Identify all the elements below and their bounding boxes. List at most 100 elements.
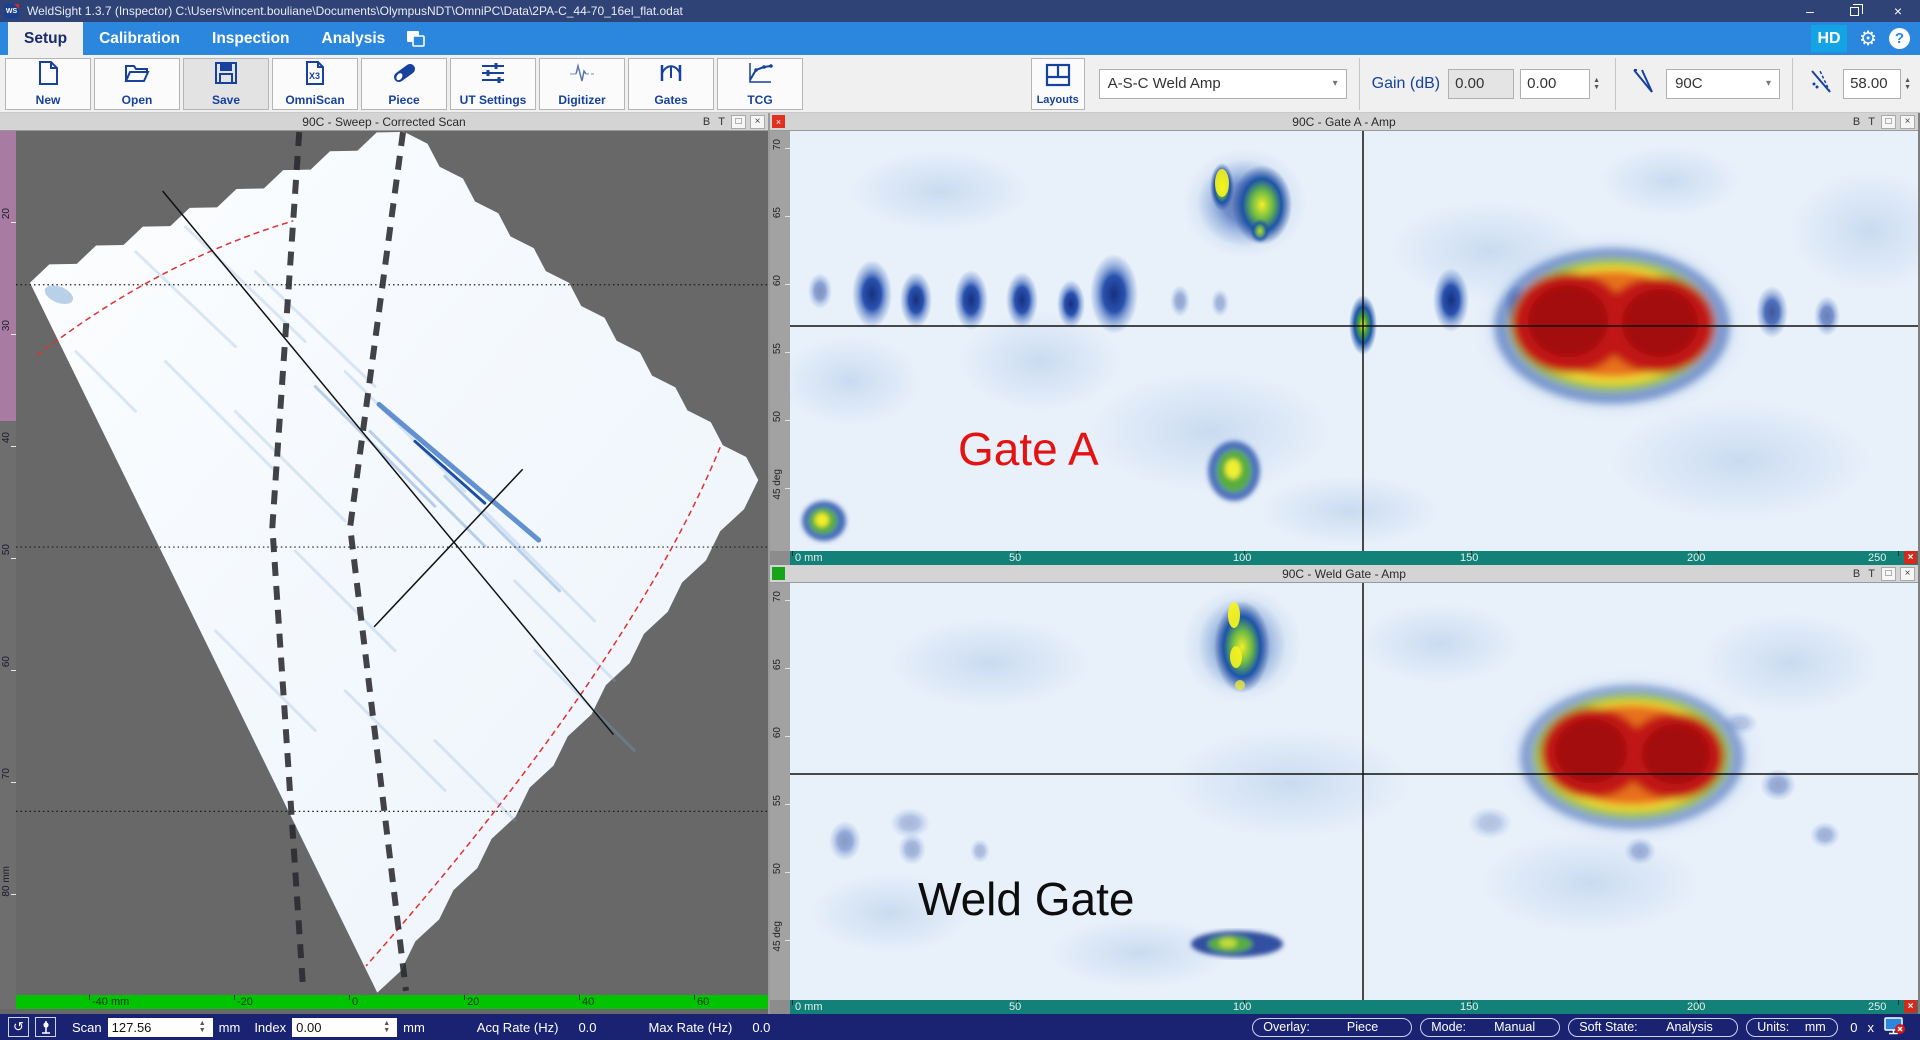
cscan-column: × 90C - Gate A - Amp B T □ × 70 65 60 55… bbox=[770, 113, 1918, 1014]
upper-indication-cluster bbox=[1183, 148, 1307, 258]
gear-icon[interactable]: ⚙ bbox=[1859, 26, 1877, 51]
corner-indication bbox=[802, 501, 846, 541]
maximize-panel-button[interactable]: □ bbox=[1881, 115, 1896, 129]
sector-scan-image[interactable] bbox=[16, 131, 768, 995]
scan-position-input[interactable]: 127.56 ▲▼ bbox=[108, 1018, 213, 1037]
ruler-label: 20 bbox=[467, 996, 479, 1008]
scan-label: Scan bbox=[72, 1020, 102, 1035]
gain-label: Gain (dB) bbox=[1372, 75, 1440, 93]
menu-calibration[interactable]: Calibration bbox=[83, 22, 196, 55]
ruler-label: 250 bbox=[1868, 552, 1886, 564]
ut-settings-button[interactable]: UT Settings bbox=[450, 58, 536, 110]
layouts-button[interactable]: Layouts bbox=[1031, 58, 1085, 110]
gates-button[interactable]: Gates bbox=[628, 58, 714, 110]
help-icon[interactable]: ? bbox=[1889, 28, 1910, 49]
chevron-down-icon: ▾ bbox=[1766, 78, 1771, 89]
close-panel-button[interactable]: × bbox=[750, 115, 765, 129]
separator bbox=[1792, 58, 1793, 110]
bscan-button[interactable]: B bbox=[701, 116, 712, 128]
soft-state-pill[interactable]: Soft State: Analysis bbox=[1568, 1018, 1738, 1037]
weld-gate-annotation: Weld Gate bbox=[918, 873, 1134, 925]
bscan-button[interactable]: B bbox=[1851, 116, 1862, 128]
close-button[interactable]: × bbox=[1876, 0, 1920, 22]
new-button[interactable]: New bbox=[5, 58, 91, 110]
maximize-panel-button[interactable]: □ bbox=[731, 115, 746, 129]
ruler-label: -40 mm bbox=[92, 996, 129, 1008]
beam-angle-spinner[interactable]: ▲▼ bbox=[1901, 69, 1914, 99]
piece-button[interactable]: Piece bbox=[361, 58, 447, 110]
monitor-disconnected-icon[interactable] bbox=[1884, 1017, 1906, 1038]
save-button[interactable]: Save bbox=[183, 58, 269, 110]
tcg-button[interactable]: TCG bbox=[717, 58, 803, 110]
probe-position-icon[interactable] bbox=[35, 1017, 56, 1037]
statusbar: ↺ Scan 127.56 ▲▼ mm Index 0.00 ▲▼ mm Acq… bbox=[0, 1014, 1920, 1040]
close-ruler-button[interactable]: × bbox=[1904, 1000, 1917, 1013]
hd-badge[interactable]: HD bbox=[1811, 25, 1847, 52]
beam-angle-field[interactable]: 58.00 bbox=[1843, 69, 1901, 99]
minimize-button[interactable]: – bbox=[1788, 0, 1832, 22]
menu-setup[interactable]: Setup bbox=[8, 22, 83, 55]
open-folder-icon bbox=[123, 60, 151, 91]
tscan-button[interactable]: T bbox=[1866, 116, 1877, 128]
reset-icon[interactable]: ↺ bbox=[8, 1017, 29, 1037]
gate-a-cscan-image[interactable]: Gate A bbox=[790, 131, 1918, 551]
index-position-input[interactable]: 0.00 ▲▼ bbox=[292, 1018, 397, 1037]
major-defect-blob bbox=[1497, 669, 1767, 845]
omniscan-button[interactable]: X3 OmniScan bbox=[272, 58, 358, 110]
weld-gate-panel-header[interactable]: 90C - Weld Gate - Amp B T □ × bbox=[770, 565, 1918, 583]
sweep-panel-header[interactable]: 90C - Sweep - Corrected Scan B T □ × bbox=[0, 113, 768, 131]
sweep-index-ruler: -40 mm -20 0 20 40 60 bbox=[16, 995, 768, 1009]
separator bbox=[1359, 58, 1360, 110]
gate-a-deg-ruler: 70 65 60 55 50 45 deg bbox=[770, 131, 790, 551]
save-icon bbox=[213, 60, 239, 91]
scan-spinner[interactable]: ▲▼ bbox=[196, 1018, 209, 1037]
ruler-label: 80 mm bbox=[1, 866, 12, 897]
tscan-button[interactable]: T bbox=[716, 116, 727, 128]
mode-pill[interactable]: Mode: Manual bbox=[1420, 1018, 1560, 1037]
maximize-panel-button[interactable]: □ bbox=[1881, 567, 1896, 581]
close-ruler-button[interactable]: × bbox=[1904, 551, 1917, 564]
gain-spinner[interactable]: ▲▼ bbox=[1590, 69, 1603, 99]
menu-analysis[interactable]: Analysis bbox=[306, 22, 402, 55]
gate-a-panel-header[interactable]: × 90C - Gate A - Amp B T □ × bbox=[770, 113, 1918, 131]
ruler-label: 100 bbox=[1233, 552, 1251, 564]
tscan-button[interactable]: T bbox=[1866, 568, 1877, 580]
close-panel-button[interactable]: × bbox=[1900, 115, 1915, 129]
sweep-horizontal-ruler: -40 mm -20 0 20 40 60 bbox=[0, 995, 768, 1009]
ruler-label: 150 bbox=[1460, 552, 1478, 564]
index-spinner[interactable]: ▲▼ bbox=[380, 1018, 393, 1037]
ruler-label: 20 bbox=[1, 208, 12, 219]
window-layout-icon[interactable] bbox=[405, 22, 427, 55]
ruler-corner bbox=[0, 995, 16, 1009]
gain-delta-field[interactable]: 0.00 bbox=[1520, 69, 1590, 99]
restore-button[interactable] bbox=[1832, 0, 1876, 22]
weld-gate-mm-ruler: 0 mm 50 100 150 200 250 × bbox=[790, 1000, 1918, 1014]
digitizer-button[interactable]: Digitizer bbox=[539, 58, 625, 110]
gate-a-mm-ruler: 0 mm 50 100 150 200 250 × bbox=[790, 551, 1918, 565]
sweep-ruler-zone-overlay bbox=[0, 131, 16, 421]
weld-gate-cscan-image[interactable]: Weld Gate bbox=[790, 583, 1918, 1000]
app-logo-icon: WS bbox=[4, 4, 19, 19]
sweep-panel: 90C - Sweep - Corrected Scan B T □ × 20 … bbox=[0, 113, 770, 1014]
layouts-icon bbox=[1044, 62, 1072, 93]
units-pill[interactable]: Units: mm bbox=[1746, 1018, 1838, 1037]
chevron-down-icon: ▾ bbox=[1333, 78, 1338, 89]
layout-preset-select[interactable]: A-S-C Weld Amp ▾ bbox=[1099, 69, 1347, 99]
close-panel-button[interactable]: × bbox=[1900, 567, 1915, 581]
sliders-icon bbox=[479, 60, 507, 91]
upper-indication-cluster bbox=[1182, 587, 1302, 703]
gate-a-scan-ruler: 0 mm 50 100 150 200 250 × bbox=[770, 551, 1918, 565]
bscan-button[interactable]: B bbox=[1851, 568, 1862, 580]
ruler-label: 65 bbox=[772, 659, 783, 670]
menu-inspection[interactable]: Inspection bbox=[196, 22, 306, 55]
restore-icon bbox=[1850, 7, 1859, 16]
overlay-pill[interactable]: Overlay: Piece bbox=[1252, 1018, 1412, 1037]
acq-rate-label: Acq Rate (Hz) bbox=[477, 1020, 559, 1035]
menubar: Setup Calibration Inspection Analysis HD… bbox=[0, 22, 1920, 55]
sweep-scan-view[interactable]: 20 30 40 50 60 70 80 mm bbox=[0, 131, 768, 995]
beam-group-select[interactable]: 90C ▾ bbox=[1666, 69, 1780, 99]
weld-gate-panel: 90C - Weld Gate - Amp B T □ × 70 65 60 5… bbox=[770, 565, 1918, 1014]
gate-a-panel: × 90C - Gate A - Amp B T □ × 70 65 60 55… bbox=[770, 113, 1918, 565]
open-button[interactable]: Open bbox=[94, 58, 180, 110]
toolbar: New Open Save X3 OmniScan Piece UT Setti… bbox=[0, 55, 1920, 113]
